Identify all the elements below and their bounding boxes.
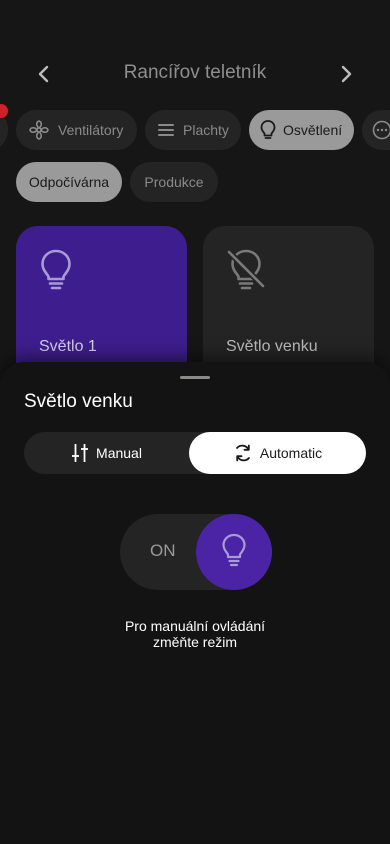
lightbulb-off-icon (225, 248, 267, 295)
device-bottom-sheet: Světlo venku Manual Automatic ON Pro man… (0, 362, 390, 844)
category-chip-osvetleni[interactable]: Osvětlení (249, 110, 354, 150)
category-chip-label: Osvětlení (283, 122, 343, 138)
mode-automatic-label: Automatic (259, 445, 323, 461)
category-chip-ventilatory[interactable]: Ventilátory (16, 110, 137, 150)
category-chip-label: Ventilátory (58, 122, 124, 138)
fan-icon (28, 119, 50, 141)
chevron-right-icon (341, 65, 352, 83)
room-chip-odpocivarna[interactable]: Odpočívárna (16, 162, 122, 202)
device-name: Světlo venku (226, 338, 318, 355)
more-icon (372, 120, 390, 140)
menu-lines-icon (157, 123, 175, 137)
lightbulb-icon (38, 248, 74, 295)
hint-line-1: Pro manuální ovládání (124, 618, 266, 634)
toggle-state-label: ON (150, 541, 176, 560)
toggle-knob[interactable] (196, 514, 272, 590)
lightbulb-icon (259, 119, 277, 141)
mode-manual-label: Manual (96, 445, 142, 461)
category-chip-plachty[interactable]: Plachty (145, 110, 241, 150)
category-chips: Ventilátory Plachty Osvětlení (0, 110, 390, 150)
header: Rancířov teletník (0, 52, 390, 96)
room-chip-produkce[interactable]: Produkce (130, 162, 218, 202)
power-toggle[interactable]: ON (120, 514, 272, 590)
sliders-icon (71, 443, 89, 463)
hint-line-2: změňte režim (152, 634, 238, 650)
category-chip-label: Plachty (183, 122, 229, 138)
category-chip-more[interactable] (362, 110, 390, 150)
manual-control-hint: Pro manuální ovládání změňte režim (0, 618, 390, 650)
next-button[interactable] (332, 60, 360, 88)
sync-icon (233, 443, 253, 463)
mode-automatic-button[interactable]: Automatic (189, 432, 366, 474)
device-name: Světlo 1 (39, 338, 97, 355)
mode-manual-button[interactable]: Manual (24, 432, 189, 474)
lightbulb-icon (220, 533, 248, 572)
sheet-drag-handle[interactable] (180, 376, 210, 379)
sheet-title: Světlo venku (24, 391, 133, 412)
mode-segmented-control: Manual Automatic (24, 432, 366, 474)
